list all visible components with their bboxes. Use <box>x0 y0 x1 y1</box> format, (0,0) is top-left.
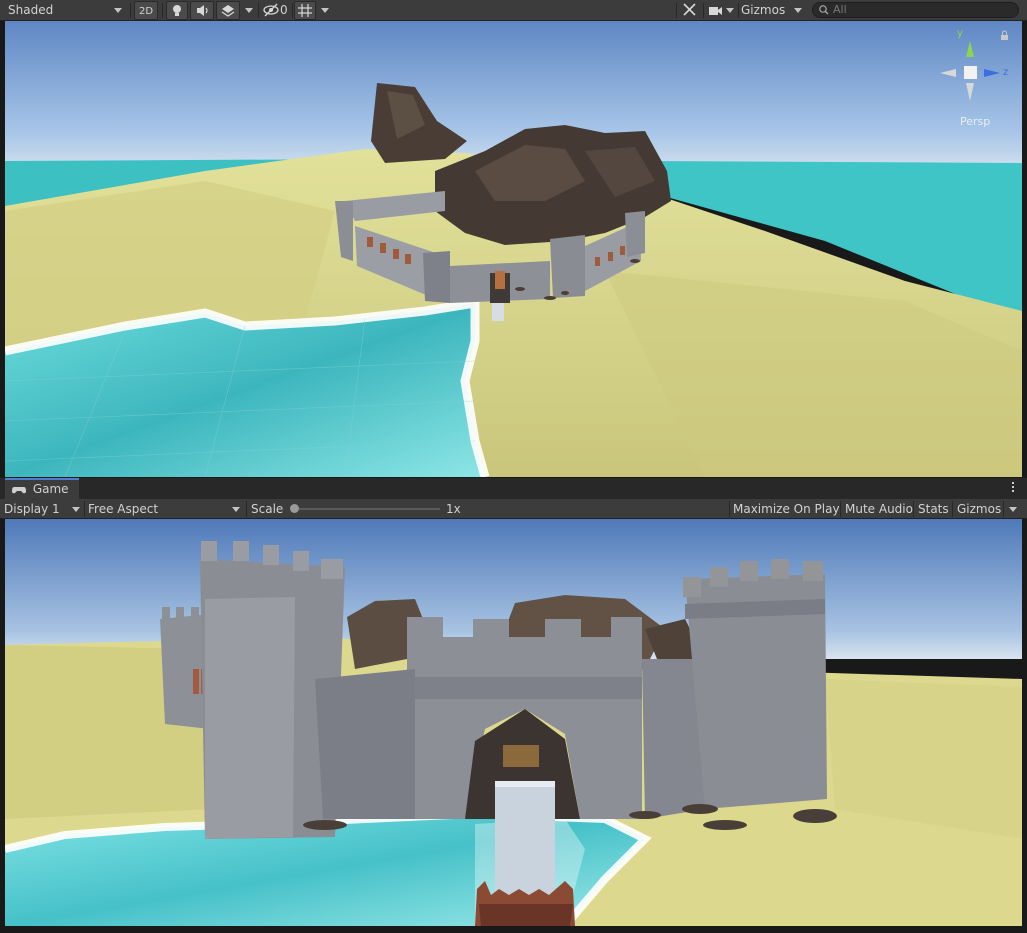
shading-mode-label: Shaded <box>8 3 54 17</box>
tab-game[interactable]: Game <box>5 478 79 499</box>
scene-lighting-button[interactable] <box>166 1 188 20</box>
search-placeholder: All <box>833 3 847 16</box>
effects-icon <box>221 5 235 17</box>
grid-toggle-button[interactable] <box>294 1 316 20</box>
shading-mode-dropdown[interactable]: Shaded <box>2 1 126 20</box>
scene-gizmos-dropdown[interactable]: Gizmos <box>741 1 807 20</box>
visibility-icon <box>263 3 279 17</box>
tools-icon <box>683 3 696 16</box>
game-viewport[interactable] <box>5 519 1022 926</box>
scene-render: y z Persp <box>5 21 1022 477</box>
effects-dropdown[interactable] <box>242 1 256 20</box>
display-dropdown[interactable]: Display 1 <box>4 499 82 519</box>
chevron-down-icon <box>232 507 240 512</box>
gizmo-z-label: z <box>1003 67 1008 78</box>
more-icon[interactable] <box>1012 482 1015 492</box>
chevron-down-icon <box>72 507 80 512</box>
grid-dropdown[interactable] <box>318 1 332 20</box>
chevron-down-icon <box>245 8 253 13</box>
chevron-down-icon <box>114 8 122 13</box>
scale-slider[interactable] <box>290 504 440 513</box>
maximize-on-play-toggle[interactable]: Maximize On Play <box>733 499 840 519</box>
light-icon <box>173 5 181 16</box>
toggle-2d-button[interactable]: 2D <box>134 1 158 20</box>
scene-camera-button[interactable] <box>706 1 736 20</box>
game-toolbar: Display 1 Free Aspect Scale 1x Maximize … <box>0 499 1027 519</box>
scene-viewport[interactable]: y z Persp <box>5 21 1022 477</box>
scene-visibility-button[interactable]: 0 <box>261 1 291 20</box>
display-label: Display 1 <box>4 502 60 516</box>
gizmo-y-label: y <box>957 28 963 39</box>
scale-value: 1x <box>446 502 461 516</box>
aspect-label: Free Aspect <box>88 502 159 516</box>
chevron-down-icon <box>794 8 802 13</box>
tools-button[interactable] <box>680 1 700 20</box>
scene-search-input[interactable]: All <box>812 2 1019 18</box>
grid-icon <box>298 4 312 17</box>
scene-audio-button[interactable] <box>190 1 214 20</box>
aspect-dropdown[interactable]: Free Aspect <box>88 499 244 519</box>
gamepad-icon <box>12 486 26 493</box>
search-icon <box>819 5 829 15</box>
game-render <box>5 519 1022 926</box>
mute-audio-toggle[interactable]: Mute Audio <box>845 499 913 519</box>
projection-label[interactable]: Persp <box>960 115 990 128</box>
game-gizmos-toggle[interactable]: Gizmos <box>957 499 1001 519</box>
scale-label: Scale <box>251 502 284 516</box>
chevron-down-icon <box>1009 507 1017 512</box>
camera-icon <box>709 7 722 15</box>
game-tab-bar: Game <box>0 478 1027 499</box>
tab-game-label: Game <box>32 482 69 496</box>
chevron-down-icon <box>726 8 734 13</box>
hidden-count: 0 <box>280 3 288 17</box>
scale-slider-handle[interactable] <box>290 504 299 513</box>
scene-gizmos-label: Gizmos <box>741 3 786 17</box>
chevron-down-icon <box>321 8 329 13</box>
scene-effects-button[interactable] <box>216 1 240 20</box>
scene-toolbar: Shaded 2D 0 Gizmos All <box>0 0 1027 21</box>
stats-toggle[interactable]: Stats <box>918 499 949 519</box>
audio-icon <box>197 5 208 16</box>
toggle-2d-label: 2D <box>138 6 154 17</box>
game-gizmos-dropdown[interactable] <box>1005 499 1025 519</box>
